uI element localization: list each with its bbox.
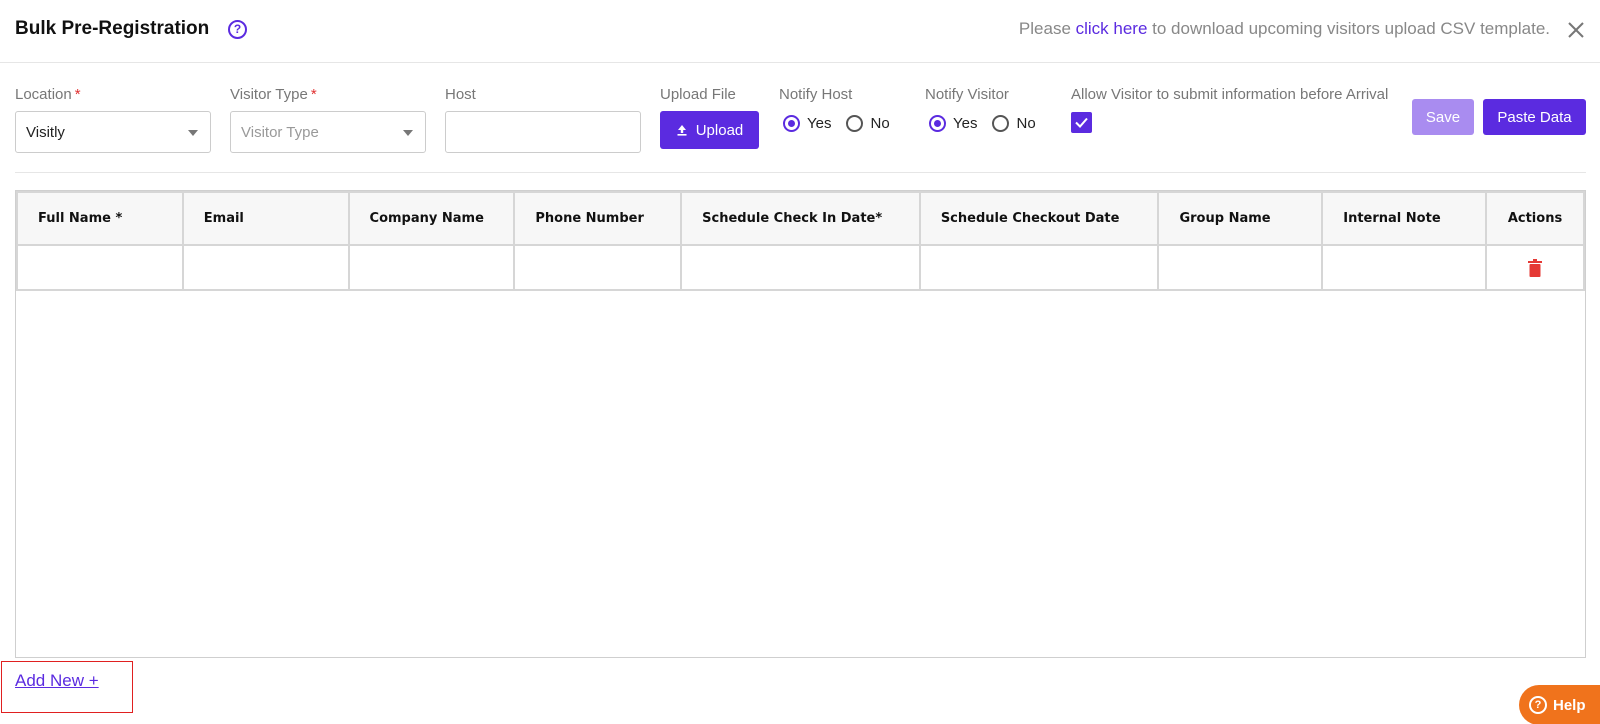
help-button[interactable]: ? Help [1519,685,1600,724]
notify-host-radio-group: Yes No [783,115,905,132]
close-icon[interactable] [1566,20,1586,40]
visitor-type-label: Visitor Type * [230,86,317,103]
chevron-down-icon [188,130,198,136]
trash-icon[interactable] [1528,259,1543,278]
column-header-phone-number: Phone Number [513,191,683,246]
cell-company-name[interactable] [347,244,516,291]
notify-visitor-radio-group: Yes No [929,115,1051,132]
notify-visitor-no[interactable]: No [992,115,1036,132]
cell-internal-note[interactable] [1321,244,1488,291]
notify-visitor-yes[interactable]: Yes [929,115,977,132]
visitors-table: Full Name * Email Company Name Phone Num… [15,190,1586,658]
divider [15,172,1586,173]
radio-selected-icon [783,115,800,132]
checkmark-icon [1075,117,1088,128]
location-value: Visitly [26,124,65,141]
allow-visitor-checkbox[interactable] [1071,112,1092,133]
cell-phone-number[interactable] [513,244,683,291]
csv-template-note: Please click here to download upcoming v… [1019,19,1550,39]
paste-data-button[interactable]: Paste Data [1483,99,1586,135]
cell-group-name[interactable] [1157,244,1324,291]
radio-label: No [870,115,890,132]
save-button[interactable]: Save [1412,99,1474,135]
radio-label: Yes [807,115,832,132]
upload-button-label: Upload [695,121,744,139]
csv-note-suffix: to download upcoming visitors upload CSV… [1147,19,1550,38]
visitor-type-placeholder: Visitor Type [241,124,319,141]
cell-actions [1485,244,1585,291]
notify-host-yes[interactable]: Yes [783,115,831,132]
upload-icon [677,125,687,136]
chevron-down-icon [403,130,413,136]
column-header-checkout-date: Schedule Checkout Date [918,191,1160,246]
question-circle-icon: ? [1529,696,1547,714]
cell-full-name[interactable] [16,244,184,291]
column-header-email: Email [181,191,350,246]
cell-check-in-date[interactable] [680,244,921,291]
table-header-row: Full Name * Email Company Name Phone Num… [16,191,1585,246]
column-header-company-name: Company Name [347,191,516,246]
radio-unselected-icon [846,115,864,132]
column-header-full-name: Full Name * [16,191,184,246]
page-title: Bulk Pre-Registration [15,18,210,39]
radio-selected-icon [929,115,946,132]
location-label-text: Location [15,86,72,103]
location-label: Location * [15,86,81,103]
radio-unselected-icon [992,115,1010,132]
csv-download-link[interactable]: click here [1076,19,1148,38]
csv-note-prefix: Please [1018,19,1076,38]
question-circle-icon[interactable]: ? [228,20,247,39]
host-input[interactable] [445,111,641,153]
table-row [16,244,1585,291]
visitor-type-select[interactable]: Visitor Type [230,111,426,153]
help-label: Help [1553,696,1586,714]
column-header-internal-note: Internal Note [1321,191,1488,246]
notify-host-no[interactable]: No [846,115,890,132]
upload-file-label: Upload File [660,86,736,103]
required-marker: * [310,86,317,103]
add-new-link[interactable]: Add New + [15,671,99,691]
column-header-group-name: Group Name [1157,191,1324,246]
visitor-type-label-text: Visitor Type [230,86,308,103]
column-header-check-in-date: Schedule Check In Date* [680,191,921,246]
upload-button[interactable]: Upload [660,111,759,149]
cell-checkout-date[interactable] [918,244,1160,291]
required-marker: * [74,86,81,103]
host-label: Host [445,86,476,103]
radio-label: Yes [953,115,978,132]
modal-header: Bulk Pre-Registration ? Please click her… [0,0,1600,63]
notify-host-label: Notify Host [779,86,853,103]
allow-visitor-label: Allow Visitor to submit information befo… [1071,86,1389,103]
radio-label: No [1016,115,1036,132]
notify-visitor-label: Notify Visitor [925,86,1009,103]
location-select[interactable]: Visitly [15,111,211,153]
cell-email[interactable] [181,244,350,291]
column-header-actions: Actions [1485,191,1585,246]
